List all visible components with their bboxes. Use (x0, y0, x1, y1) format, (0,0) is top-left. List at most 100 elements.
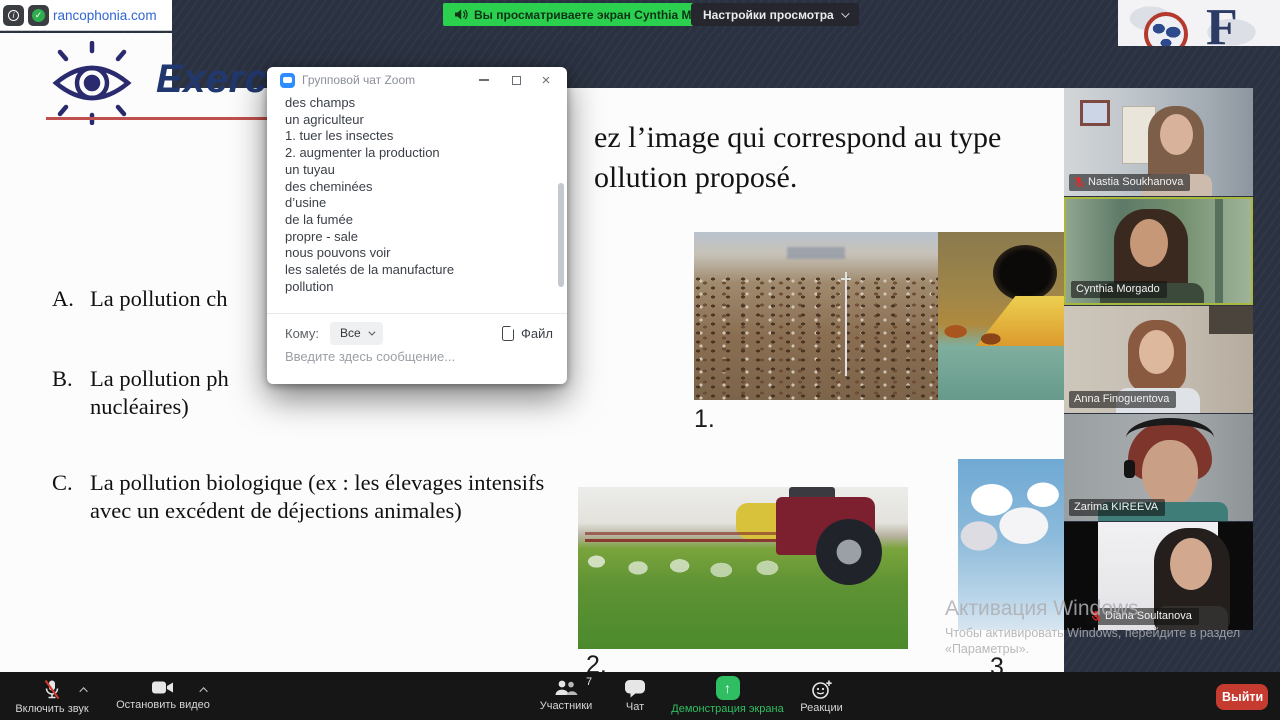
chat-message: propre - sale (285, 229, 535, 246)
leave-meeting-button[interactable]: Выйти (1216, 684, 1268, 710)
rocks-detail (938, 313, 1026, 350)
chat-scrollbar[interactable] (558, 99, 564, 307)
participant-video-panel: Nastia Soukhanova Cynthia Morgado Anna F… (1064, 88, 1253, 630)
chat-scrollbar-thumb[interactable] (558, 183, 564, 287)
attach-file-button[interactable]: Файл (502, 326, 553, 341)
option-a-letter: A. (52, 286, 74, 312)
option-b-letter: B. (52, 366, 73, 392)
participants-icon (553, 679, 579, 697)
file-icon (502, 326, 514, 341)
group-chat-window: Групповой чат Zoom × des champs un agric… (267, 67, 567, 384)
participants-label: Участники (540, 700, 593, 712)
stop-video-button[interactable]: Остановить видео (104, 672, 222, 720)
slide-title-fragment: Exerc (156, 57, 267, 102)
slide-instruction-line2: ollution proposé. (594, 161, 797, 195)
chat-message-list[interactable]: des champs un agriculteur 1. tuer les in… (285, 95, 535, 295)
participant-name-badge: Diana Soultanova (1086, 608, 1199, 625)
stop-video-label: Остановить видео (116, 699, 210, 711)
image-sewage-pipe (938, 232, 1064, 400)
file-button-label: Файл (521, 326, 553, 341)
reactions-label: Реакции (800, 702, 843, 714)
globe-logo-icon (1144, 12, 1188, 46)
info-icon[interactable]: i (3, 5, 24, 26)
participant-name-badge: Nastia Soukhanova (1069, 174, 1190, 191)
close-icon[interactable]: × (531, 67, 561, 93)
participant-name: Anna Finoguentova (1074, 393, 1169, 405)
chat-message: 1. tuer les insectes (285, 128, 535, 145)
chat-message: de la fumée (285, 212, 535, 229)
chat-message: les saletés de la manufacture (285, 262, 535, 279)
option-b-text: La pollution ph (90, 366, 229, 392)
participant-name: Zarima KIREEVA (1074, 501, 1158, 513)
minimize-button[interactable] (469, 67, 499, 93)
participant-name-badge: Anna Finoguentova (1069, 391, 1176, 408)
participants-count: 7 (586, 676, 592, 688)
chat-message: d’usine (285, 195, 535, 212)
light-pole-detail (845, 272, 847, 376)
skyline-detail (787, 247, 846, 259)
option-c-letter: C. (52, 470, 73, 496)
video-tile-zarima[interactable]: Zarima KIREEVA (1064, 414, 1253, 521)
reactions-button[interactable]: Реакции (784, 672, 859, 720)
unmute-label: Включить звук (15, 703, 88, 715)
participant-name: Diana Soultanova (1105, 610, 1192, 622)
participants-button[interactable]: 7 Участники (516, 672, 616, 720)
chat-message-input[interactable] (283, 348, 533, 365)
sprayer-boom (585, 539, 776, 542)
image-label-3: 3. (990, 653, 1011, 672)
video-options-chevron[interactable] (199, 687, 207, 695)
video-tile-diana[interactable]: Diana Soultanova (1064, 522, 1253, 630)
video-tile-anna[interactable]: Anna Finoguentova (1064, 306, 1253, 413)
chevron-down-icon (841, 9, 849, 17)
video-tile-cynthia-active-speaker[interactable]: Cynthia Morgado (1064, 197, 1253, 305)
chat-bubble-icon (624, 679, 646, 698)
unmute-button[interactable]: Включить звук (4, 672, 100, 720)
slide-title-underline (46, 117, 270, 120)
view-settings-label: Настройки просмотра (703, 8, 834, 22)
recipient-value: Все (340, 326, 361, 340)
mic-off-icon (1074, 176, 1084, 188)
meeting-toolbar: Включить звук Остановить видео 7 Участни… (0, 672, 1280, 720)
site-logo: F (1118, 0, 1280, 46)
mic-muted-icon (42, 679, 62, 700)
mic-off-icon (1091, 610, 1101, 622)
zoom-meeting-window: Exerc ez l’image qui correspond au type … (0, 0, 1280, 720)
shield-check-icon[interactable]: ✓ (28, 5, 49, 26)
option-c-text: La pollution biologique (ex : les élevag… (90, 470, 544, 496)
image-tractor-spraying (578, 487, 908, 649)
speaker-icon (454, 8, 468, 21)
share-screen-label: Демонстрация экрана (671, 703, 783, 715)
recipient-dropdown[interactable]: Все (330, 322, 383, 345)
recipient-label: Кому: (285, 326, 319, 341)
logo-letter: F (1206, 0, 1238, 46)
participant-name: Cynthia Morgado (1076, 283, 1160, 295)
image-smoke-clouds (958, 459, 1064, 630)
chevron-down-icon (368, 328, 375, 335)
audio-options-chevron[interactable] (79, 687, 87, 695)
slide-instruction-line1: ez l’image qui correspond au type (594, 121, 1001, 155)
video-tile-nastia[interactable]: Nastia Soukhanova (1064, 88, 1253, 196)
chat-message: nous pouvons voir (285, 245, 535, 262)
view-settings-button[interactable]: Настройки просмотра (691, 3, 859, 26)
chat-footer: Кому: Все Файл (285, 320, 553, 346)
chat-label: Чат (626, 701, 644, 713)
chat-message: un agriculteur (285, 112, 535, 129)
image-label-2: 2. (586, 651, 607, 672)
url-text: rancophonia.com (53, 8, 157, 23)
browser-url-bar[interactable]: i ✓ rancophonia.com (0, 0, 172, 31)
maximize-button[interactable] (501, 67, 531, 93)
pipe-opening (993, 245, 1057, 301)
participant-name-badge: Zarima KIREEVA (1069, 499, 1165, 516)
chat-message: 2. augmenter la production (285, 145, 535, 162)
chat-divider (267, 313, 567, 314)
image-cattle-feedlot (694, 232, 938, 400)
option-a-text: La pollution ch (90, 286, 227, 312)
option-b-text-line2: nucléaires) (90, 394, 189, 420)
chat-message: des champs (285, 95, 535, 112)
reactions-smiley-icon (810, 679, 834, 699)
spray-mist (578, 549, 809, 591)
cloud-puffs (958, 469, 1064, 572)
participant-name-badge: Cynthia Morgado (1071, 281, 1167, 298)
option-c-text-line2: avec un excédent de déjections animales) (90, 498, 462, 524)
participant-name: Nastia Soukhanova (1088, 176, 1183, 188)
